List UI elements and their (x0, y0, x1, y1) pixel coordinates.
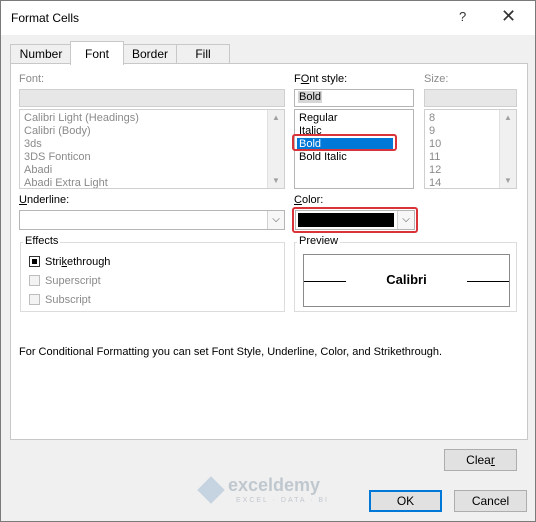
preview-box: Calibri (303, 254, 510, 307)
format-cells-dialog: Format Cells ? ✕ Number Font Border Fill… (0, 0, 536, 522)
tab-number[interactable]: Number (10, 44, 72, 64)
size-list[interactable]: 8 9 10 11 12 14 ▲ ▼ (424, 109, 517, 189)
font-label: Font: (19, 73, 45, 85)
superscript-label: Superscript (45, 275, 101, 287)
list-item[interactable]: Calibri (Body) (24, 125, 91, 138)
list-item[interactable]: Abadi Extra Light (24, 177, 108, 188)
size-input[interactable] (424, 89, 517, 107)
subscript-checkbox[interactable] (29, 294, 40, 305)
font-list-scrollbar[interactable]: ▲ ▼ (267, 110, 284, 188)
list-item[interactable]: 9 (429, 125, 435, 138)
scroll-down-icon[interactable]: ▼ (504, 176, 512, 185)
list-item[interactable]: Abadi (24, 164, 52, 177)
list-item[interactable]: Regular (299, 112, 338, 125)
list-item[interactable]: 3ds (24, 138, 42, 151)
tab-border[interactable]: Border (122, 44, 178, 64)
cancel-button[interactable]: Cancel (454, 490, 527, 512)
watermark-tagline: EXCEL · DATA · BI (236, 497, 329, 504)
font-style-label: FOnt style: (294, 73, 348, 85)
effects-title: Effects (23, 235, 61, 247)
preview-baseline-right (467, 281, 509, 282)
strikethrough-label: Strikethrough (45, 256, 111, 268)
list-item[interactable]: 11 (429, 151, 440, 164)
exceldemy-watermark: exceldemy EXCEL · DATA · BI (197, 473, 348, 507)
list-item[interactable]: 14 (429, 177, 441, 188)
strikethrough-checkbox[interactable] (29, 256, 40, 267)
list-item[interactable]: Bold Italic (299, 151, 347, 164)
chevron-down-icon[interactable]: ⌵ (267, 211, 284, 229)
font-list[interactable]: Calibri Light (Headings) Calibri (Body) … (19, 109, 285, 189)
list-item[interactable]: 10 (429, 138, 441, 151)
help-button[interactable]: ? (459, 9, 466, 24)
superscript-checkbox[interactable] (29, 275, 40, 286)
preview-title: Preview (297, 235, 341, 247)
watermark-name: exceldemy (228, 475, 321, 495)
size-list-scrollbar[interactable]: ▲ ▼ (499, 110, 516, 188)
scroll-up-icon[interactable]: ▲ (272, 113, 280, 122)
size-label: Size: (424, 73, 449, 85)
ok-button[interactable]: OK (369, 490, 442, 512)
conditional-formatting-note: For Conditional Formatting you can set F… (19, 346, 443, 358)
color-label: Color: (294, 194, 324, 206)
list-item[interactable]: 8 (429, 112, 435, 125)
color-highlight-box (292, 207, 418, 233)
scroll-down-icon[interactable]: ▼ (272, 176, 280, 185)
list-item[interactable]: Calibri Light (Headings) (24, 112, 139, 125)
font-style-input[interactable]: Bold (294, 89, 414, 107)
scroll-up-icon[interactable]: ▲ (504, 113, 512, 122)
title-bar: Format Cells ? ✕ (1, 1, 535, 35)
bold-highlight-box (292, 134, 397, 151)
font-input[interactable] (19, 89, 285, 107)
preview-text: Calibri (386, 272, 427, 287)
tab-fill[interactable]: Fill (176, 44, 230, 64)
exceldemy-logo-icon (197, 476, 225, 504)
tab-font[interactable]: Font (70, 41, 124, 65)
font-style-input-value: Bold (298, 91, 323, 103)
dialog-title: Format Cells (11, 11, 80, 25)
clear-button[interactable]: Clear (444, 449, 517, 471)
subscript-label: Subscript (45, 294, 91, 306)
list-item[interactable]: 12 (429, 164, 441, 177)
underline-dropdown[interactable]: ⌵ (19, 210, 285, 230)
list-item[interactable]: 3DS Fonticon (24, 151, 91, 164)
close-button[interactable]: ✕ (501, 6, 516, 27)
underline-label: Underline: (19, 194, 70, 206)
